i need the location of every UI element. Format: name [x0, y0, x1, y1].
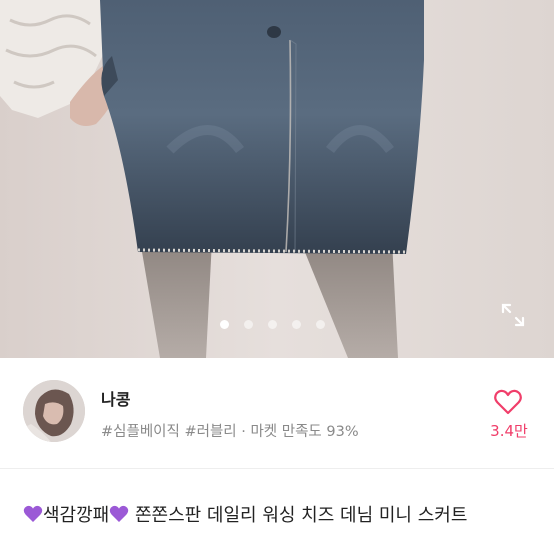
pager-dot[interactable]	[244, 320, 253, 329]
expand-icon	[501, 303, 525, 327]
seller-info: 나콩 #심플베이직 #러블리 · 마켓 만족도 93% 3.4만	[0, 358, 554, 468]
like-count: 3.4만	[490, 422, 528, 440]
product-title-highlight: 색감깡패	[43, 505, 110, 526]
expand-image-button[interactable]	[500, 302, 528, 330]
heart-outline-icon	[494, 389, 522, 415]
pager-dot[interactable]	[220, 320, 229, 329]
divider	[0, 468, 554, 469]
pager-dot[interactable]	[316, 320, 325, 329]
like-button[interactable]	[488, 384, 528, 420]
product-title-text: 쫀쫀스판 데일리 워싱 치즈 데님 미니 스커트	[129, 505, 468, 526]
avatar-image	[23, 380, 85, 442]
product-title: 색감깡패 쫀쫀스판 데일리 워싱 치즈 데님 미니 스커트	[23, 503, 543, 528]
purple-heart-icon	[23, 505, 43, 522]
pager-dot[interactable]	[292, 320, 301, 329]
pager-dot[interactable]	[268, 320, 277, 329]
seller-name[interactable]: 나콩	[101, 386, 130, 410]
purple-heart-icon	[110, 505, 129, 522]
product-photo-illustration	[0, 0, 554, 358]
seller-tags: #심플베이직 #러블리 · 마켓 만족도 93%	[101, 424, 359, 440]
seller-avatar[interactable]	[23, 380, 85, 442]
image-pager[interactable]	[0, 318, 554, 332]
product-image[interactable]	[0, 0, 554, 358]
